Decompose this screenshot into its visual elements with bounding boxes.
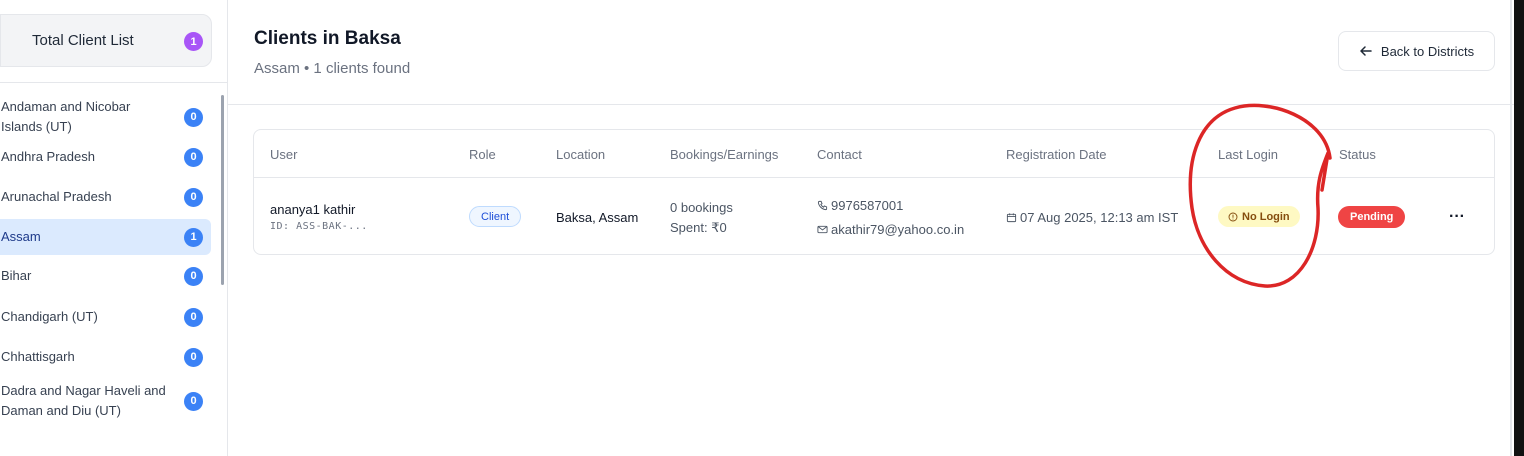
spent-amount: Spent: ₹0 — [670, 220, 727, 235]
email-address: akathir79@yahoo.co.in — [831, 222, 965, 237]
sidebar-scrollbar[interactable] — [221, 95, 224, 285]
sidebar-divider — [0, 82, 228, 83]
sidebar-item-andhra-pradesh[interactable]: Andhra Pradesh 0 — [0, 137, 211, 177]
state-count-badge: 0 — [184, 347, 203, 367]
state-list: Andaman and Nicobar Islands (UT) 0 Andhr… — [0, 97, 212, 425]
more-horizontal-icon[interactable]: ··· — [1448, 208, 1466, 226]
contact-phone: 9976587001 — [817, 198, 903, 213]
column-header-status: Status — [1339, 147, 1376, 162]
sidebar-item-assam[interactable]: Assam 1 — [0, 219, 211, 255]
location-text: Baksa, Assam — [556, 210, 639, 225]
registration-date: 07 Aug 2025, 12:13 am IST — [1006, 210, 1178, 225]
role-badge: Client — [469, 206, 522, 227]
state-name: Andhra Pradesh — [1, 149, 95, 164]
last-login-text: No Login — [1242, 210, 1290, 223]
last-login-badge: No Login — [1218, 206, 1300, 227]
clients-table: User Role Location Bookings/Earnings Con… — [253, 129, 1495, 255]
window-dark-edge — [1514, 0, 1524, 456]
page-title: Clients in Baksa — [254, 28, 401, 49]
status-badge: Pending — [1338, 206, 1406, 228]
clock-icon — [1228, 212, 1238, 222]
state-count-badge: 0 — [184, 187, 203, 207]
sidebar-item-chandigarh[interactable]: Chandigarh (UT) 0 — [0, 297, 211, 337]
sidebar-item-arunachal-pradesh[interactable]: Arunachal Pradesh 0 — [0, 177, 211, 217]
calendar-icon — [1006, 212, 1017, 223]
state-name: Andaman and Nicobar Islands (UT) — [1, 99, 131, 134]
sidebar-item-andaman[interactable]: Andaman and Nicobar Islands (UT) 0 — [0, 97, 211, 137]
window-edge-line — [1510, 0, 1512, 456]
state-count-badge: 0 — [184, 107, 203, 127]
state-name: Arunachal Pradesh — [1, 189, 112, 204]
header-divider — [228, 104, 1514, 105]
column-header-role: Role — [469, 147, 496, 162]
user-name: ananya1 kathir — [270, 202, 356, 217]
state-name: Dadra and Nagar Haveli and Daman and Diu… — [1, 383, 166, 418]
contact-email: akathir79@yahoo.co.in — [817, 222, 964, 237]
page-subtitle: Assam • 1 clients found — [254, 60, 411, 77]
column-header-registration: Registration Date — [1006, 147, 1107, 162]
column-header-last-login: Last Login — [1218, 147, 1278, 162]
bookings-count: 0 bookings — [670, 200, 733, 215]
mail-icon — [817, 224, 828, 235]
user-id: ID: ASS-BAK-... — [270, 221, 368, 232]
registration-date-text: 07 Aug 2025, 12:13 am IST — [1020, 210, 1179, 225]
column-header-bookings: Bookings/Earnings — [670, 147, 779, 162]
state-name: Chandigarh (UT) — [1, 309, 98, 324]
column-header-user: User — [270, 147, 298, 162]
state-count-badge: 0 — [184, 147, 203, 167]
back-button-label: Back to Districts — [1380, 43, 1475, 59]
column-header-location: Location — [556, 147, 606, 162]
sidebar: Total Client List 1 Andaman and Nicobar … — [0, 0, 228, 456]
state-count-badge: 0 — [184, 266, 203, 286]
total-count-badge: 1 — [184, 32, 203, 51]
back-to-districts-button[interactable]: Back to Districts — [1338, 31, 1495, 71]
sidebar-item-bihar[interactable]: Bihar 0 — [0, 255, 211, 297]
table-header-row: User Role Location Bookings/Earnings Con… — [254, 130, 1494, 178]
state-count-badge: 1 — [184, 227, 203, 247]
state-name: Bihar — [1, 268, 32, 283]
state-name: Assam — [1, 229, 41, 244]
sidebar-item-chhattisgarh[interactable]: Chhattisgarh 0 — [0, 337, 211, 377]
column-header-contact: Contact — [817, 147, 862, 162]
arrow-left-icon — [1359, 44, 1373, 58]
phone-icon — [817, 200, 828, 211]
state-count-badge: 0 — [184, 391, 203, 411]
state-count-badge: 0 — [184, 307, 203, 327]
state-name: Chhattisgarh — [1, 349, 75, 364]
total-client-list-button[interactable]: Total Client List 1 — [0, 14, 212, 67]
sidebar-item-dadra-nagar-haveli[interactable]: Dadra and Nagar Haveli and Daman and Diu… — [0, 377, 211, 425]
phone-number: 9976587001 — [831, 198, 904, 213]
total-client-list-label: Total Client List — [32, 32, 134, 49]
